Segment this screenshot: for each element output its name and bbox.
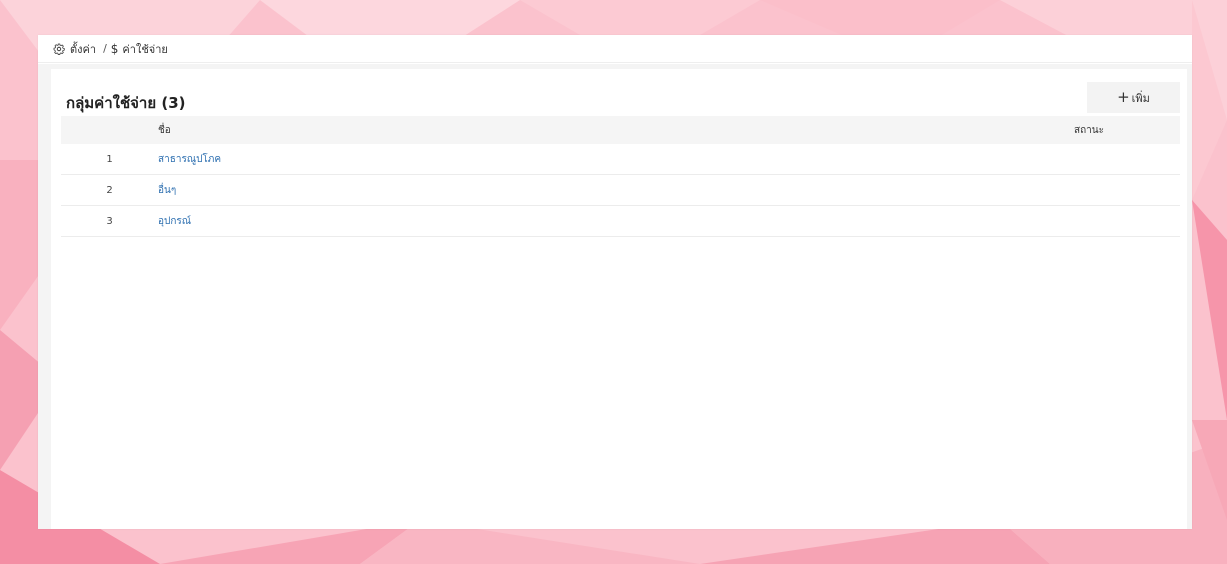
expense-group-table: ชื่อ สถานะ 1 สาธารณูปโภค 2 อื่นๆ 3 อุปกร… [61,116,1180,237]
group-name-link[interactable]: อุปกรณ์ [158,216,191,227]
app-window: ตั้งค่า / $ ค่าใช้จ่าย กลุ่มค่าใช้จ่าย (… [38,35,1192,529]
row-number: 1 [106,153,113,165]
breadcrumb-settings-link[interactable]: ตั้งค่า [70,40,96,58]
add-button[interactable]: + เพิ่ม [1087,82,1180,113]
table-row: 2 อื่นๆ [61,175,1180,206]
expense-group-panel: กลุ่มค่าใช้จ่าย (3) + เพิ่ม ชื่อ สถานะ 1… [51,69,1187,529]
group-name-link[interactable]: อื่นๆ [158,185,176,196]
column-header-name[interactable]: ชื่อ [158,123,1074,138]
group-name-link[interactable]: สาธารณูปโภค [158,154,221,165]
row-number: 3 [106,215,113,227]
column-header-status[interactable]: สถานะ [1074,123,1180,138]
row-number: 2 [106,184,113,196]
plus-icon: + [1117,88,1130,106]
add-button-label: เพิ่ม [1131,91,1150,105]
content-area: กลุ่มค่าใช้จ่าย (3) + เพิ่ม ชื่อ สถานะ 1… [38,64,1192,529]
breadcrumb: ตั้งค่า / $ ค่าใช้จ่าย [38,35,1192,63]
breadcrumb-current: ค่าใช้จ่าย [122,42,168,56]
table-header: ชื่อ สถานะ [61,116,1180,144]
dollar-icon: $ [110,41,119,56]
gear-icon[interactable] [53,43,65,55]
table-row: 1 สาธารณูปโภค [61,144,1180,175]
table-row: 3 อุปกรณ์ [61,206,1180,237]
page-title: กลุ่มค่าใช้จ่าย (3) [66,94,186,112]
breadcrumb-separator: / [103,42,107,55]
